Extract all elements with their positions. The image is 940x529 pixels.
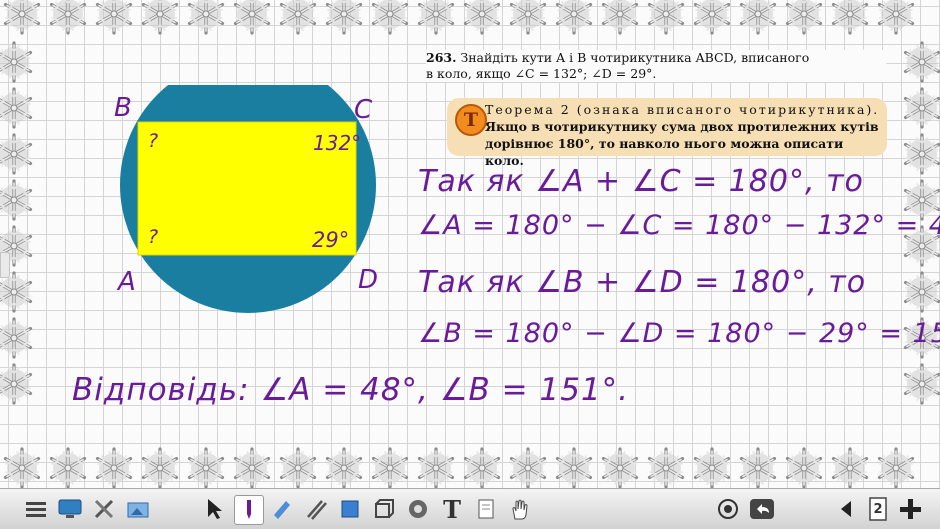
snowflake-icon	[233, 0, 271, 35]
problem-line-2: в коло, якщо ∠C = 132°; ∠D = 29°.	[426, 66, 657, 81]
snowflake-icon	[141, 0, 179, 35]
snowflake-icon	[0, 41, 33, 83]
snowflake-icon	[0, 87, 33, 129]
snowflake-icon	[463, 0, 501, 35]
theorem-line-1: Якщо в чотирикутнику сума двох протилежн…	[485, 119, 879, 134]
menu-icon[interactable]	[22, 495, 50, 523]
snowflake-icon	[785, 447, 823, 488]
page-icon[interactable]: 2	[864, 495, 892, 523]
snowflake-icon	[187, 0, 225, 35]
snowflake-icon	[0, 363, 33, 405]
highlighter-icon[interactable]	[268, 495, 296, 523]
snowflake-icon	[831, 0, 869, 35]
snowflake-icon	[0, 179, 33, 221]
vertex-label-a: A	[116, 267, 136, 297]
gallery-icon[interactable]	[124, 495, 152, 523]
cursor-icon[interactable]	[200, 495, 228, 523]
theorem-title: Теорема 2 (ознака вписаного чотирикутник…	[485, 102, 880, 117]
snowflake-icon	[903, 271, 940, 313]
display-icon[interactable]	[56, 495, 84, 523]
angle-c-label: 132°	[313, 131, 361, 155]
snowflake-icon	[325, 0, 363, 35]
problem-line-1: Знайдіть кути A і B чотирикутника ABCD, …	[460, 50, 810, 65]
line-icon[interactable]	[302, 495, 330, 523]
snowflake-icon	[877, 0, 915, 35]
snowflake-icon	[739, 447, 777, 488]
snowflake-icon	[509, 0, 547, 35]
angle-b-label: ?	[148, 130, 158, 152]
shape-icon[interactable]	[336, 495, 364, 523]
snowflake-icon	[417, 447, 455, 488]
snowflake-icon	[279, 447, 317, 488]
snowflake-icon	[3, 447, 41, 488]
snowflake-icon	[739, 0, 777, 35]
snowflake-icon	[371, 447, 409, 488]
tools-icon[interactable]	[90, 495, 118, 523]
snowflake-icon	[877, 447, 915, 488]
snowflake-icon	[325, 447, 363, 488]
hand-icon[interactable]	[506, 495, 534, 523]
snowflake-icon	[0, 317, 33, 359]
inscribed-quadrilateral-figure[interactable]: B C A D ? ? 132° 29°	[100, 85, 400, 325]
snowflake-icon	[0, 133, 33, 175]
snowflake-icon	[49, 0, 87, 35]
angle-a-label: ?	[148, 226, 158, 248]
text-icon[interactable]: T	[438, 495, 466, 524]
snowflake-icon	[463, 447, 501, 488]
snowflake-icon	[601, 447, 639, 488]
theorem-box: Т Теорема 2 (ознака вписаного чотирикутн…	[447, 98, 887, 168]
angle-d-label: 29°	[312, 228, 349, 252]
snowflake-icon	[903, 87, 940, 129]
solution-line-4: ∠B = 180° − ∠D = 180° − 29° = 151°	[418, 318, 940, 349]
problem-statement: 263. Знайдіть кути A і B чотирикутника A…	[426, 50, 886, 82]
snowflake-icon	[279, 0, 317, 35]
snowflake-icon	[903, 41, 940, 83]
solution-line-3: Так як ∠B + ∠D = 180°, то	[418, 265, 867, 300]
undo-icon[interactable]	[748, 495, 776, 523]
pen-icon[interactable]	[234, 495, 264, 525]
vertex-label-d: D	[358, 265, 378, 295]
snowflake-icon	[417, 0, 455, 35]
document-icon[interactable]	[472, 495, 500, 523]
snowflake-icon	[601, 0, 639, 35]
add-page-icon[interactable]	[896, 495, 924, 523]
solution-line-2: ∠A = 180° − ∠C = 180° − 132° = 48°	[418, 210, 940, 241]
snowflake-icon	[371, 0, 409, 35]
solution-line-1: Так як ∠A + ∠C = 180°, то	[418, 164, 864, 199]
page-number: 2	[873, 501, 883, 517]
snowflake-icon	[903, 133, 940, 175]
snowflake-icon	[785, 0, 823, 35]
snowflake-icon	[647, 0, 685, 35]
snowflake-icon	[95, 0, 133, 35]
whiteboard-canvas[interactable]: 263. Знайдіть кути A і B чотирикутника A…	[0, 0, 940, 488]
problem-number: 263.	[426, 50, 457, 65]
prev-page-icon[interactable]	[832, 495, 860, 523]
snowflake-icon	[233, 447, 271, 488]
cube-icon[interactable]	[370, 495, 398, 523]
snowflake-icon	[49, 447, 87, 488]
snowflake-icon	[903, 363, 940, 405]
side-panel-handle[interactable]	[0, 252, 10, 278]
bottom-toolbar: T 2	[0, 488, 940, 529]
snowflake-icon	[693, 447, 731, 488]
spotlight-icon[interactable]	[404, 495, 432, 523]
snowflake-icon	[555, 447, 593, 488]
snowflake-icon	[95, 447, 133, 488]
vertex-label-c: C	[354, 95, 373, 125]
snowflake-icon	[141, 447, 179, 488]
answer-line: Відповідь: ∠A = 48°, ∠B = 151°.	[72, 372, 630, 408]
snowflake-icon	[831, 447, 869, 488]
snowflake-icon	[509, 447, 547, 488]
snowflake-icon	[555, 0, 593, 35]
snowflake-icon	[187, 447, 225, 488]
target-icon[interactable]	[714, 495, 742, 523]
snowflake-icon	[647, 447, 685, 488]
snowflake-icon	[3, 0, 41, 35]
snowflake-icon	[693, 0, 731, 35]
theorem-icon: Т	[455, 104, 487, 136]
vertex-label-b: B	[114, 93, 132, 123]
